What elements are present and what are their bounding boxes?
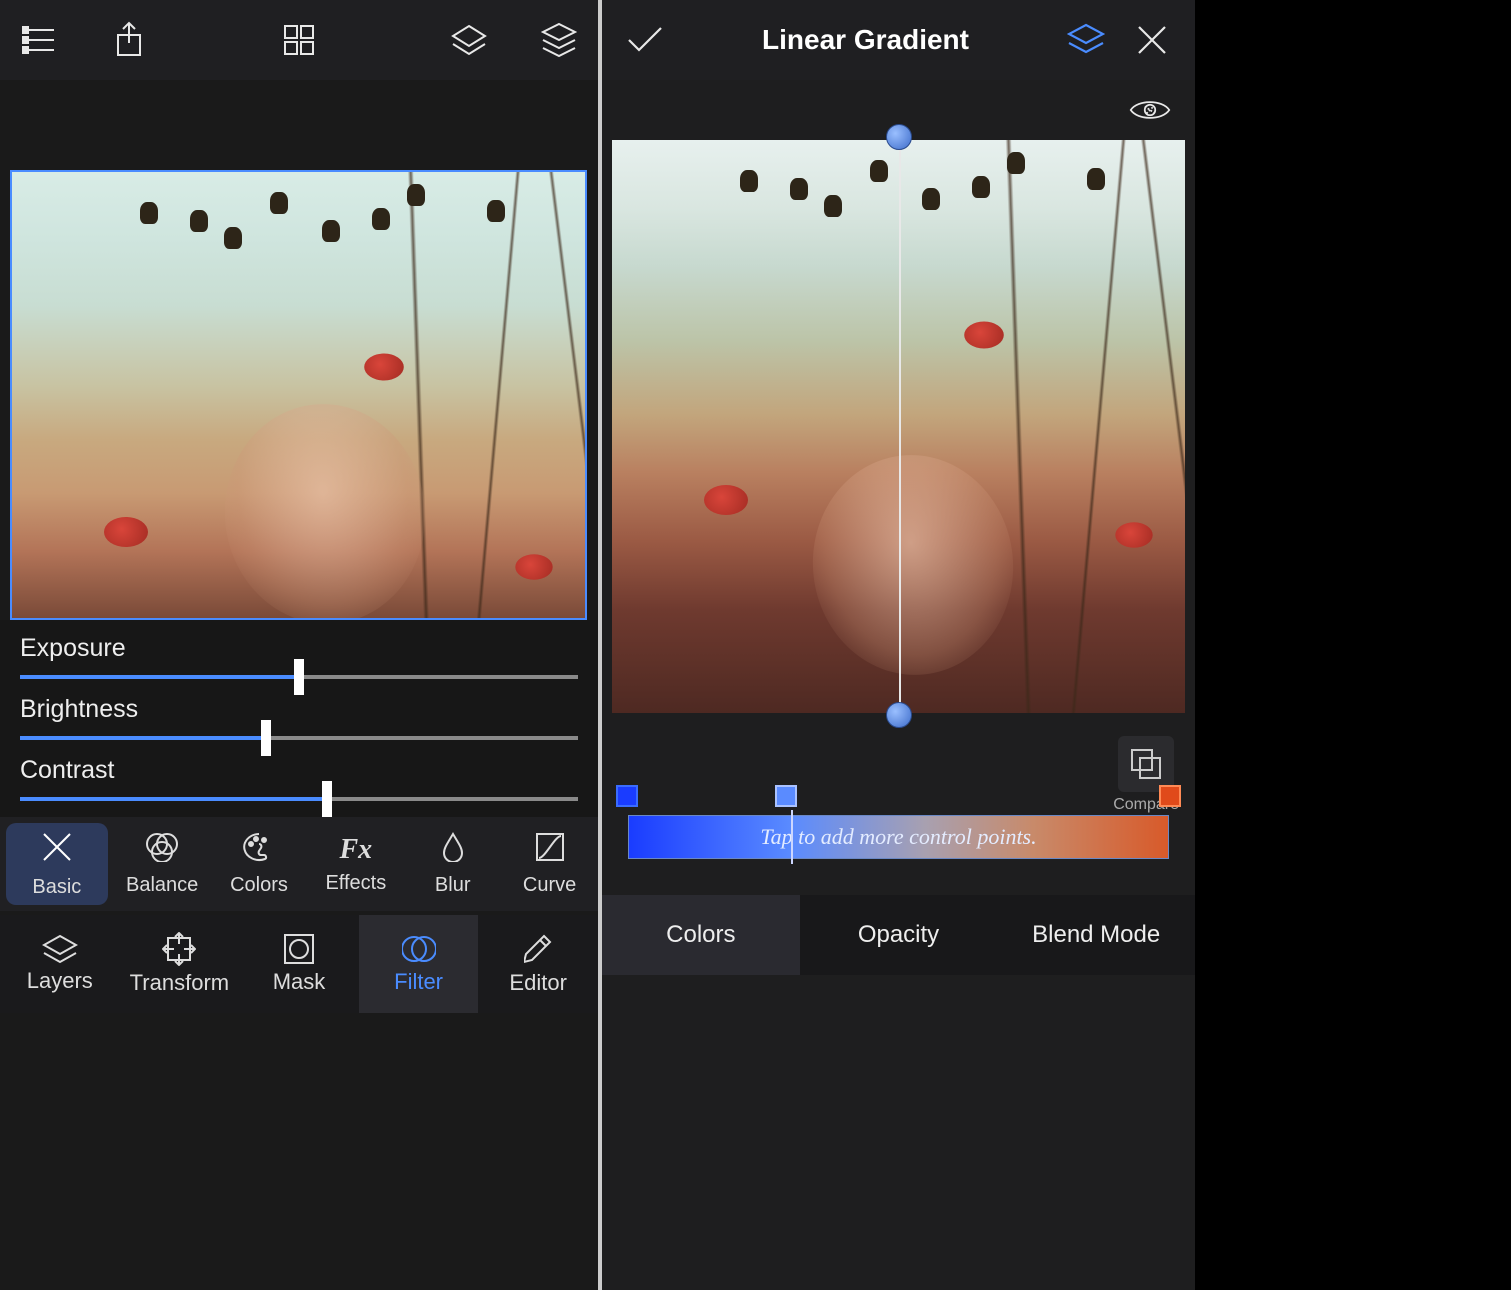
tab-colors[interactable]: Colors: [602, 895, 800, 975]
slider-brightness: Brightness: [20, 695, 578, 740]
slider-thumb[interactable]: [261, 720, 271, 756]
filter-tab-balance[interactable]: Balance: [114, 817, 211, 911]
bottom-tab-label: Mask: [273, 969, 326, 995]
page-title: Linear Gradient: [690, 24, 1041, 56]
list-icon[interactable]: [18, 19, 60, 61]
x-icon: [40, 830, 74, 870]
bottom-tab-label: Editor: [509, 970, 566, 996]
gradient-stop-1[interactable]: [775, 785, 797, 807]
fx-icon: Fx: [340, 834, 373, 866]
filter-tab-label: Blur: [435, 874, 471, 897]
left-panel: Exposure Brightness Contrast Basic: [0, 0, 598, 1290]
gradient-stop-2[interactable]: [1159, 785, 1181, 807]
slider-track-brightness[interactable]: [20, 736, 578, 740]
venn-icon: [144, 832, 180, 868]
layers-icon: [42, 934, 78, 964]
close-button[interactable]: [1131, 19, 1173, 61]
filter-tab-basic[interactable]: Basic: [6, 823, 108, 905]
gradient-stop-0[interactable]: [616, 785, 638, 807]
canvas-area-left: [0, 170, 598, 620]
grid-icon[interactable]: [278, 19, 320, 61]
bottom-tab-editor[interactable]: Editor: [478, 915, 598, 1013]
gradient-handle-end[interactable]: [886, 702, 912, 728]
curve-icon: [535, 832, 565, 868]
sliders-panel: Exposure Brightness Contrast: [0, 620, 598, 817]
layers-icon[interactable]: [448, 19, 490, 61]
right-tabs: Colors Opacity Blend Mode: [602, 895, 1195, 975]
bottom-tab-label: Transform: [130, 970, 229, 996]
layers-icon[interactable]: [1065, 19, 1107, 61]
filter-tab-label: Colors: [230, 874, 288, 897]
filter-tab-label: Effects: [325, 872, 386, 895]
transform-icon: [162, 932, 196, 966]
slider-track-contrast[interactable]: [20, 797, 578, 801]
canvas-area-right: Compare: [602, 140, 1195, 713]
filter-tab-label: Curve: [523, 874, 576, 897]
image-canvas-right[interactable]: [612, 140, 1185, 713]
gradient-hint: Tap to add more control points.: [760, 824, 1036, 850]
bottom-tab-transform[interactable]: Transform: [120, 915, 240, 1013]
image-canvas-left[interactable]: [10, 170, 587, 620]
slider-label: Brightness: [20, 695, 578, 724]
slider-exposure: Exposure: [20, 634, 578, 679]
gradient-axis[interactable]: [899, 142, 901, 711]
bottom-tab-filter[interactable]: Filter: [359, 915, 479, 1013]
compare-button[interactable]: [1118, 736, 1174, 792]
filter-tab-label: Balance: [126, 874, 198, 897]
slider-label: Contrast: [20, 756, 578, 785]
drop-icon: [442, 832, 464, 868]
slider-contrast: Contrast: [20, 756, 578, 801]
pencil-icon: [524, 932, 552, 966]
bottom-tab-label: Layers: [27, 968, 93, 994]
tab-opacity[interactable]: Opacity: [800, 895, 998, 975]
gradient-preview-bar[interactable]: Tap to add more control points.: [628, 815, 1169, 859]
gradient-editor: Tap to add more control points.: [616, 785, 1181, 859]
right-panel: Linear Gradient Compare: [598, 0, 1195, 1290]
filter-tab-effects[interactable]: Fx Effects: [307, 817, 404, 911]
filter-tabs: Basic Balance Colors Fx Effects Blur Cur…: [0, 817, 598, 911]
right-header: Linear Gradient: [602, 0, 1195, 80]
filter-icon: [402, 933, 436, 965]
gradient-marker[interactable]: [791, 810, 793, 864]
bottom-tab-label: Filter: [394, 969, 443, 995]
filter-tab-curve[interactable]: Curve: [501, 817, 598, 911]
filter-tab-blur[interactable]: Blur: [404, 817, 501, 911]
slider-thumb[interactable]: [294, 659, 304, 695]
mask-icon: [283, 933, 315, 965]
filter-tab-colors[interactable]: Colors: [211, 817, 308, 911]
layers-stack-icon[interactable]: [538, 19, 580, 61]
gradient-handle-start[interactable]: [886, 124, 912, 150]
share-icon[interactable]: [108, 19, 150, 61]
bottom-tab-mask[interactable]: Mask: [239, 915, 359, 1013]
tab-blend-mode[interactable]: Blend Mode: [997, 895, 1195, 975]
top-toolbar: [0, 0, 598, 80]
palette-icon: [242, 832, 276, 868]
filter-tab-label: Basic: [32, 876, 81, 899]
slider-track-exposure[interactable]: [20, 675, 578, 679]
eye-icon[interactable]: [1129, 89, 1171, 131]
bottom-tabs: Layers Transform Mask Filter Editor: [0, 915, 598, 1013]
slider-thumb[interactable]: [322, 781, 332, 817]
bottom-tab-layers[interactable]: Layers: [0, 915, 120, 1013]
confirm-button[interactable]: [624, 19, 666, 61]
gradient-stops-track[interactable]: [616, 785, 1181, 809]
